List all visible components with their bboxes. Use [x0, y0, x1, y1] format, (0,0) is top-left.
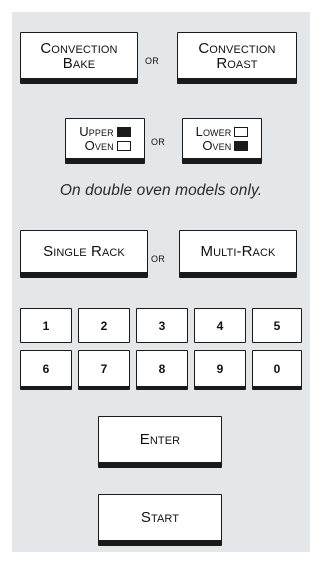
enter-label: Enter: [139, 431, 181, 448]
key-label: 3: [158, 318, 166, 333]
key-label: 5: [273, 318, 281, 333]
convection-roast-label-line1: Convection: [198, 39, 276, 57]
convection-roast-button[interactable]: Convection Roast: [177, 32, 297, 84]
lower-oven-label-line2: Oven: [202, 138, 232, 153]
key-label: 6: [42, 361, 50, 376]
filled-square-icon: [116, 126, 131, 137]
keypad-key-5[interactable]: 5: [252, 308, 302, 343]
key-label: 9: [216, 361, 224, 376]
keypad-key-2[interactable]: 2: [78, 308, 130, 343]
single-rack-button[interactable]: Single Rack: [20, 230, 148, 278]
key-label: 2: [100, 318, 108, 333]
enter-button[interactable]: Enter: [98, 416, 222, 468]
double-oven-note: On double oven models only.: [59, 182, 263, 199]
or-label: or: [145, 52, 159, 67]
or-label: or: [151, 250, 165, 265]
keypad-key-6[interactable]: 6: [20, 350, 72, 390]
keypad-key-3[interactable]: 3: [136, 308, 188, 343]
convection-roast-label-line2: Roast: [216, 54, 258, 72]
key-label: 4: [216, 318, 224, 333]
oven-control-panel: Convection Bake or Convection Roast Uppe…: [12, 12, 310, 552]
keypad-key-4[interactable]: 4: [194, 308, 246, 343]
key-label: 7: [100, 361, 108, 376]
multi-rack-label: Multi-Rack: [200, 243, 276, 260]
keypad-key-7[interactable]: 7: [78, 350, 130, 390]
keypad-key-0[interactable]: 0: [252, 350, 302, 390]
upper-oven-label-line2: Oven: [84, 138, 114, 153]
or-label: or: [151, 133, 165, 148]
start-label: Start: [140, 509, 180, 526]
lower-oven-button[interactable]: Lower Oven: [182, 118, 262, 164]
empty-square-icon: [234, 126, 249, 137]
key-label: 8: [158, 361, 166, 376]
keypad-key-9[interactable]: 9: [194, 350, 246, 390]
upper-oven-button[interactable]: Upper Oven: [65, 118, 145, 164]
keypad-key-1[interactable]: 1: [20, 308, 72, 343]
key-label: 1: [42, 318, 50, 333]
filled-square-icon: [234, 140, 249, 151]
convection-bake-label-line2: Bake: [62, 54, 96, 72]
convection-bake-label-line1: Convection: [40, 39, 118, 57]
convection-bake-button[interactable]: Convection Bake: [20, 32, 138, 84]
lower-oven-label-line1: Lower: [195, 124, 232, 139]
upper-oven-label-line1: Upper: [79, 124, 114, 139]
start-button[interactable]: Start: [98, 494, 222, 546]
keypad-key-8[interactable]: 8: [136, 350, 188, 390]
empty-square-icon: [116, 140, 131, 151]
key-label: 0: [273, 361, 281, 376]
single-rack-label: Single Rack: [43, 243, 125, 260]
multi-rack-button[interactable]: Multi-Rack: [179, 230, 297, 278]
